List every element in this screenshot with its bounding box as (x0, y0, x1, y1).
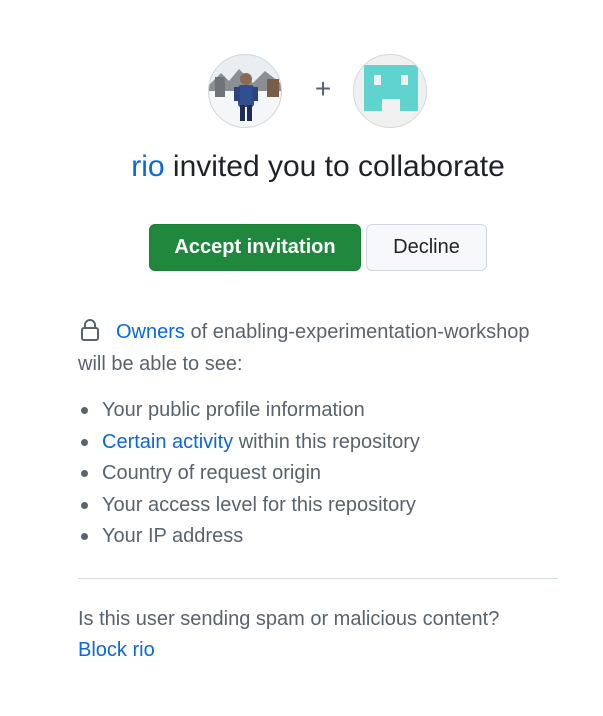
permission-text: Your public profile information (102, 399, 365, 421)
list-item: Your IP address (78, 521, 558, 553)
visibility-notice: Owners of enabling-experimentation-works… (78, 316, 558, 380)
bullet-icon (81, 470, 88, 477)
repo-avatar[interactable] (353, 54, 427, 128)
bullet-icon (81, 407, 88, 414)
owners-link[interactable]: Owners (116, 321, 185, 343)
list-item: Your access level for this repository (78, 490, 558, 522)
decline-button[interactable]: Decline (366, 224, 487, 271)
certain-activity-link[interactable]: Certain activity (102, 431, 233, 453)
inviter-photo (209, 55, 281, 127)
list-item: Country of request origin (78, 458, 558, 490)
bullet-icon (81, 533, 88, 540)
inviter-username-link[interactable]: rio (131, 150, 164, 183)
list-item: Your public profile information (78, 395, 558, 427)
list-item: Certain activity within this repository (78, 427, 558, 459)
invitation-page: + rio invited you to collaborate Accept … (0, 0, 603, 716)
divider (78, 578, 558, 579)
permission-text: Country of request origin (102, 462, 322, 484)
permission-text: within this repository (238, 430, 420, 453)
permission-text: Your IP address (102, 525, 244, 547)
permission-text: Your access level for this repository (102, 493, 416, 516)
lock-icon (81, 319, 99, 341)
avatar-row: + (0, 54, 603, 130)
identicon-icon (354, 55, 426, 127)
bullet-icon (81, 501, 88, 509)
invite-text: invited you to collaborate (172, 150, 505, 183)
plus-sign: + (314, 73, 332, 104)
permission-list: Your public profile information Certain … (78, 395, 558, 553)
spam-question: Is this user sending spam or malicious c… (78, 608, 500, 630)
block-user-link[interactable]: Block rio (78, 639, 155, 661)
bullet-icon (81, 438, 88, 446)
inviter-avatar[interactable] (208, 54, 282, 128)
invitation-title: rio invited you to collaborate (0, 148, 603, 186)
accept-invitation-button[interactable]: Accept invitation (149, 224, 361, 271)
spam-report: Is this user sending spam or malicious c… (78, 604, 578, 666)
